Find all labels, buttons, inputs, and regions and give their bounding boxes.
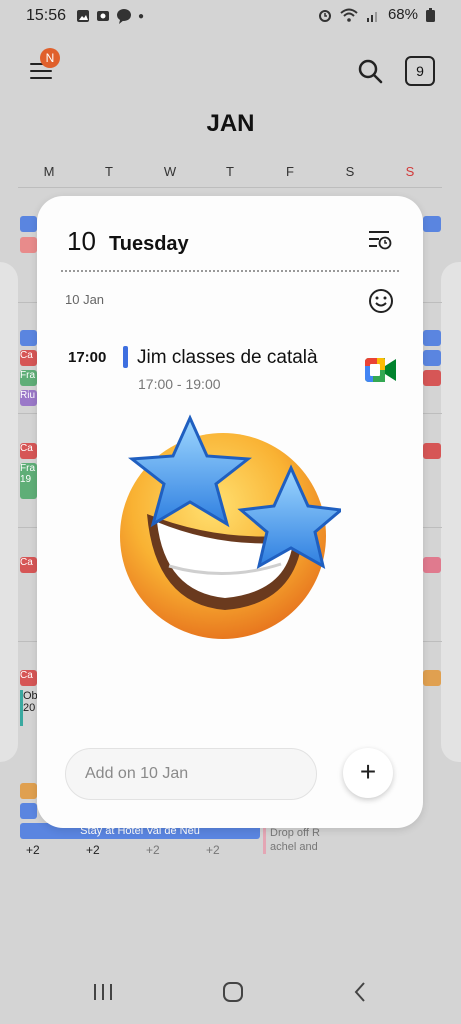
event-bar[interactable] [20,330,37,346]
navigation-bar [0,960,461,1024]
popup-day-number: 10 [67,226,96,256]
weekday-label: T [226,164,234,179]
event-time-range: 17:00 - 19:00 [138,376,221,392]
add-event-placeholder: Add on 10 Jan [85,765,189,782]
popup-date-label: 10 Jan [65,292,105,307]
home-icon[interactable] [221,980,245,1004]
gallery-icon [77,10,89,22]
event-chip[interactable]: Fra [20,370,37,386]
event-item[interactable]: 17:00 Jim classes de català 17:00 - 19:0… [57,336,403,396]
event-bar[interactable] [423,557,441,573]
more-events-count[interactable]: +2 [146,843,160,857]
google-meet-icon[interactable] [363,356,397,384]
wifi-icon [340,8,358,22]
battery-icon [426,7,435,22]
drop-off-event-line: achel and [270,841,318,853]
event-chip[interactable]: Ca [20,557,37,573]
sticker-icon[interactable] [368,288,394,314]
search-icon[interactable] [357,58,383,84]
event-color-bar [123,346,128,368]
event-chip[interactable]: Ca [20,443,37,459]
more-events-count[interactable]: +2 [26,843,40,857]
next-week-card[interactable] [441,262,461,762]
status-bar: 15:56 ● 68% [0,0,461,34]
event-chip[interactable]: Fra 19 [20,463,37,499]
event-bar[interactable] [20,803,37,819]
notification-badge: N [40,48,60,68]
more-events-count[interactable]: +2 [86,843,100,857]
event-bar[interactable] [423,443,441,459]
weekday-label: M [43,164,55,179]
event-bar[interactable] [423,350,441,366]
weekday-label: T [105,164,113,179]
status-time: 15:56 [26,7,67,24]
event-bar[interactable] [20,216,37,232]
dot-icon: ● [138,10,145,22]
chat-icon [117,9,131,24]
weekday-label-sunday: S [405,164,415,179]
back-icon[interactable] [352,980,368,1004]
battery-percent: 68% [387,6,418,23]
status-notification-icons: ● [76,8,144,24]
photo-icon [97,11,109,21]
event-bar[interactable] [423,670,441,686]
event-bar[interactable] [20,237,37,253]
event-chip[interactable]: Ca [20,350,37,366]
add-event-button[interactable]: + [343,748,393,798]
schedule-view-icon[interactable] [367,228,393,252]
grid-divider [18,187,442,188]
today-button[interactable]: 9 [405,56,435,86]
event-bar[interactable] [423,216,441,232]
event-chip-line: Fra [20,463,35,474]
weekday-label: W [163,164,177,179]
event-chip-line: 19 [20,474,32,485]
event-bar[interactable] [20,783,37,799]
event-bar[interactable] [423,370,441,386]
star-struck-emoji-sticker[interactable] [115,414,341,640]
more-events-count[interactable]: +2 [206,843,220,857]
event-chip[interactable]: Riu [20,390,37,406]
weekday-label: F [286,164,294,179]
previous-week-card[interactable] [0,262,18,762]
status-system-icons: 68% [318,6,435,23]
drop-off-event[interactable]: Drop off R achel and [263,826,340,854]
event-bar[interactable] [423,330,441,346]
day-detail-popup: 10 Tuesday 10 Jan 17:00 Jim classes de c… [37,196,423,828]
alarm-icon [318,9,331,22]
signal-icon [366,11,377,22]
weekday-label: S [345,164,355,179]
header-divider [61,270,399,272]
recent-apps-icon[interactable] [92,982,114,1002]
event-title: Jim classes de català [137,347,318,368]
event-time: 17:00 [68,349,107,366]
popup-day-name: Tuesday [109,233,189,255]
month-title: JAN [206,110,255,137]
drop-off-event-line: Drop off R [270,827,320,839]
event-chip[interactable]: Ca [20,670,37,686]
